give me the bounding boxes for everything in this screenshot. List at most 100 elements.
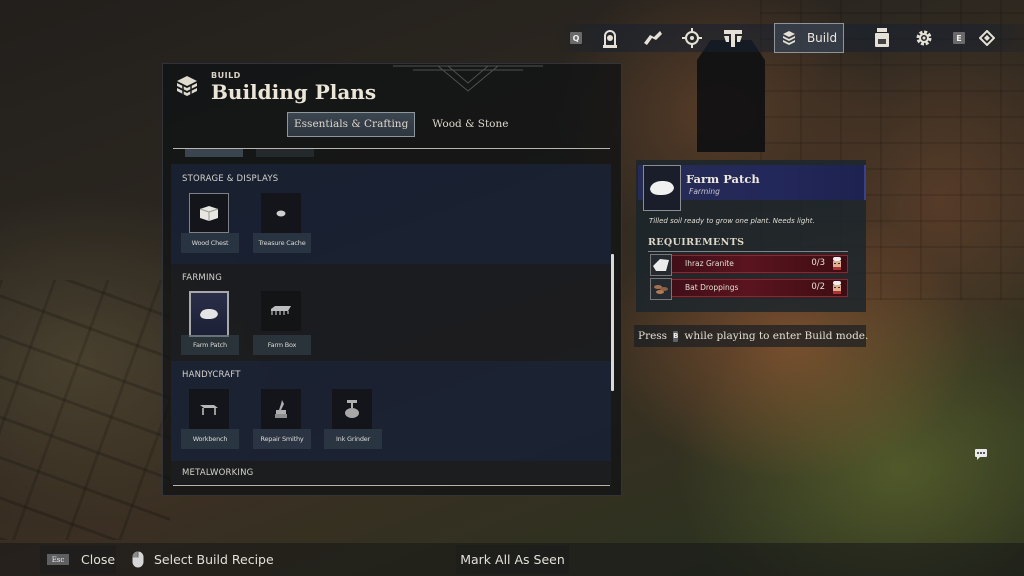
farm-patch-icon — [650, 181, 674, 195]
nav-extra[interactable] — [977, 24, 997, 52]
background-floor — [0, 280, 170, 540]
build-mode-hint: Press B while playing to enter Build mod… — [634, 325, 868, 347]
recipe-detail-panel: Farm Patch Farming Tilled soil ready to … — [636, 160, 866, 312]
select-build-recipe-hint: Select Build Recipe — [132, 545, 274, 574]
recipe-list-scrollbar[interactable] — [611, 254, 614, 391]
list-bottom-divider — [173, 485, 610, 486]
section-title: FARMING — [182, 273, 223, 283]
background-doorway — [697, 40, 765, 152]
chef-icon — [833, 257, 841, 270]
recipe-list: STORAGE & DISPLAYS Wood Chest Treasure C… — [171, 164, 611, 484]
requirement-count: 0/3 — [811, 258, 825, 268]
recipe-card-repair-smithy[interactable]: Repair Smithy — [253, 389, 311, 451]
section-title: METALWORKING — [182, 468, 254, 478]
scroll-map-icon — [644, 31, 662, 45]
chat-bubble-icon[interactable] — [975, 449, 987, 460]
mark-all-as-seen-button[interactable]: Mark All As Seen — [456, 545, 569, 574]
hint-prefix: Press — [638, 330, 668, 342]
recipe-thumb — [189, 389, 229, 429]
nav-map[interactable] — [638, 24, 668, 52]
gate-portal-icon — [603, 30, 617, 48]
recipe-label: Workbench — [181, 429, 239, 449]
e-key-hint: E — [952, 24, 966, 52]
q-key-hint: Q — [569, 24, 583, 52]
category-tabs: Essentials & Crafting Wood & Stone — [287, 112, 515, 137]
farm-patch-icon — [200, 309, 218, 319]
detail-thumbnail — [643, 165, 681, 211]
panel-ornament — [393, 65, 543, 92]
gear-icon — [916, 30, 932, 46]
farm-box-icon — [271, 306, 291, 315]
e-keycap: E — [953, 32, 965, 44]
wood-chest-icon — [199, 206, 219, 221]
recipe-card-treasure-cache[interactable]: Treasure Cache — [253, 193, 311, 255]
requirement-row: Ihraz Granite 0/3 — [650, 254, 848, 276]
building-plans-icon — [177, 76, 197, 96]
detail-category: Farming — [689, 187, 720, 196]
tab-wood-stone[interactable]: Wood & Stone — [425, 112, 515, 137]
ink-grinder-icon — [345, 400, 359, 418]
recipe-thumb — [261, 193, 301, 233]
building-plans-panel: BUILD Building Plans Essentials & Crafti… — [162, 63, 622, 496]
select-build-recipe-label: Select Build Recipe — [154, 552, 274, 567]
panel-title: Building Plans — [211, 80, 377, 104]
close-label: Close — [81, 552, 116, 567]
recipe-thumb — [261, 389, 301, 429]
bottom-action-bar: Esc Close Select Build Recipe Mark All A… — [0, 543, 1024, 576]
recipe-thumb — [332, 389, 372, 429]
recipe-card-farm-patch[interactable]: Farm Patch — [181, 291, 239, 355]
recipe-label: Ink Grinder — [324, 429, 382, 449]
treasure-cache-icon — [276, 210, 286, 216]
recipe-label: Wood Chest — [181, 233, 239, 253]
build-icon — [782, 31, 795, 45]
nav-compass[interactable] — [680, 24, 704, 52]
close-button[interactable]: Esc Close — [40, 545, 116, 574]
nav-portal[interactable] — [597, 24, 623, 52]
skills-tree-icon — [724, 30, 742, 47]
granite-icon — [653, 259, 669, 271]
requirement-count: 0/2 — [811, 282, 825, 292]
section-title: STORAGE & DISPLAYS — [182, 174, 279, 184]
nav-skills[interactable] — [720, 24, 746, 52]
section-farming: FARMING Farm Patch Farm Box — [171, 264, 611, 361]
tab-essentials-crafting[interactable]: Essentials & Crafting — [287, 112, 416, 137]
diamond-icon — [979, 30, 995, 46]
requirement-name: Ihraz Granite — [685, 259, 734, 268]
panel-kicker: BUILD — [211, 71, 241, 80]
recipe-thumb-selected — [189, 291, 229, 337]
repair-smithy-icon — [275, 400, 287, 418]
nav-build-label: Build — [806, 31, 838, 45]
b-keycap: B — [673, 330, 679, 342]
section-title: HANDYCRAFT — [182, 370, 241, 380]
section-handycraft: HANDYCRAFT Workbench Repair Smithy Ink G… — [171, 361, 611, 461]
requirements-divider — [648, 251, 848, 252]
scrolled-card-stub — [256, 149, 314, 157]
mouse-icon — [132, 551, 144, 568]
scrolled-card-stub — [185, 149, 243, 157]
top-navigation-bar: Q Build E — [555, 23, 1024, 53]
requirement-row: Bat Droppings 0/2 — [650, 278, 848, 300]
backpack-icon — [875, 28, 889, 47]
recipe-label: Farm Patch — [181, 335, 239, 355]
mark-all-label: Mark All As Seen — [460, 552, 565, 567]
recipe-card-workbench[interactable]: Workbench — [181, 389, 239, 451]
section-storage-displays: STORAGE & DISPLAYS Wood Chest Treasure C… — [171, 164, 611, 264]
section-metalworking: METALWORKING — [171, 461, 611, 484]
recipe-label: Farm Box — [253, 335, 311, 355]
nav-inventory[interactable] — [871, 24, 893, 52]
nav-build-tab[interactable]: Build — [774, 23, 844, 53]
nav-settings[interactable] — [913, 24, 935, 52]
recipe-label: Repair Smithy — [253, 429, 311, 449]
recipe-card-farm-box[interactable]: Farm Box — [253, 291, 311, 355]
recipe-card-ink-grinder[interactable]: Ink Grinder — [324, 389, 382, 451]
requirement-icon-frame — [650, 278, 672, 300]
recipe-card-wood-chest[interactable]: Wood Chest — [181, 193, 239, 255]
esc-keycap: Esc — [47, 554, 69, 565]
bat-droppings-icon — [654, 285, 668, 294]
requirements-title: REQUIREMENTS — [648, 237, 745, 248]
requirement-name: Bat Droppings — [685, 283, 739, 292]
requirement-icon-frame — [650, 254, 672, 276]
recipe-thumb — [189, 193, 229, 233]
recipe-label: Treasure Cache — [253, 233, 311, 253]
detail-name: Farm Patch — [686, 172, 760, 186]
